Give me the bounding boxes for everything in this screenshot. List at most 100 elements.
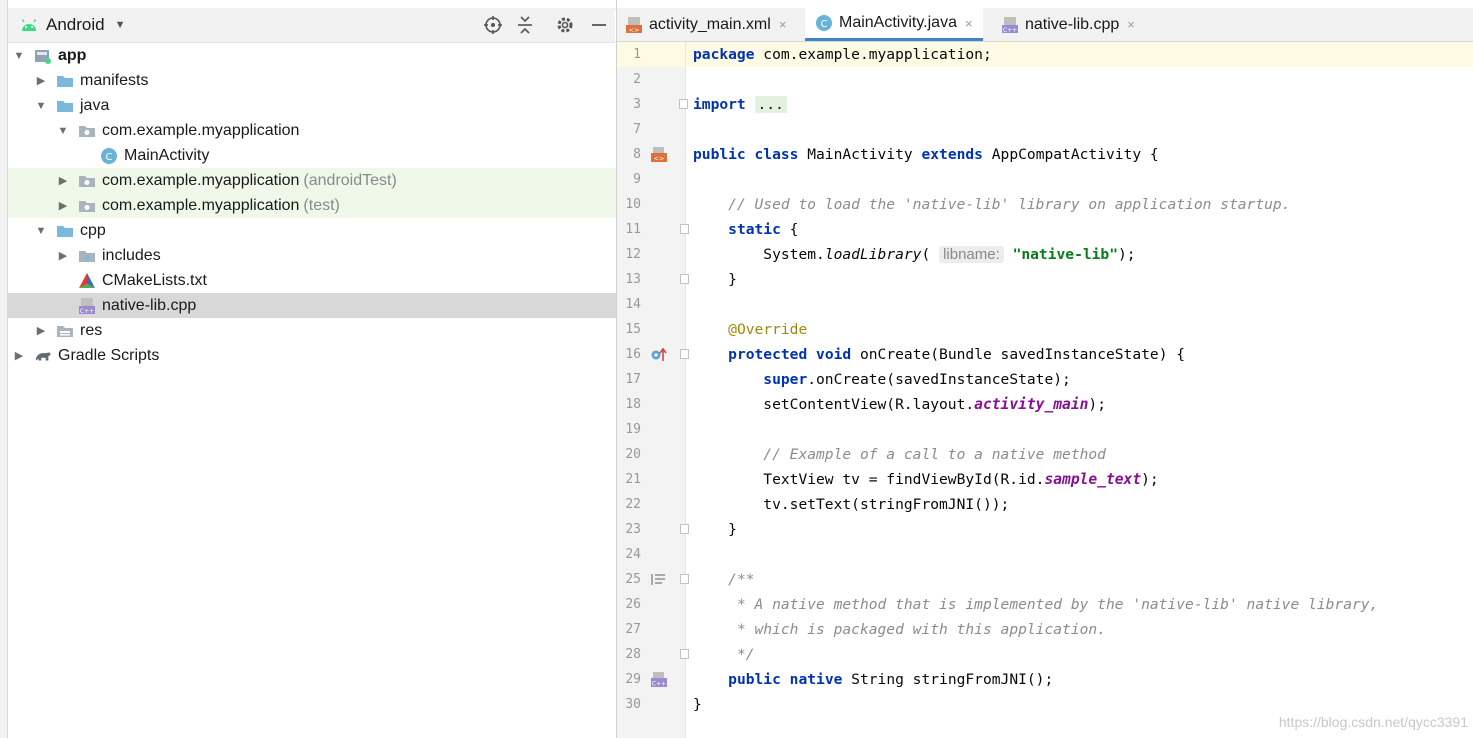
keyword: super: [763, 371, 808, 388]
tree-item-package[interactable]: ▼ com.example.myapplication: [8, 118, 663, 143]
gutter-line: 21: [617, 467, 685, 492]
collapse-all-icon[interactable]: [514, 14, 536, 36]
chevron-right-icon[interactable]: ▶: [34, 324, 48, 337]
tab-native-lib-cpp[interactable]: C++ native-lib.cpp ×: [1001, 8, 1145, 41]
line-number: 28: [625, 647, 641, 662]
tab-label: MainActivity.java: [839, 14, 957, 31]
tree-item-includes[interactable]: ▶ includes: [8, 243, 663, 268]
render-doc-icon[interactable]: [650, 572, 668, 587]
tree-item-label: com.example.myapplication: [102, 121, 300, 139]
string-literal: "native-lib": [1012, 246, 1118, 263]
project-view-selector[interactable]: Android ▼: [20, 8, 126, 42]
tree-item-label: native-lib.cpp: [102, 296, 197, 314]
code-text: }: [728, 271, 737, 288]
tree-item-native-lib[interactable]: C++ native-lib.cpp: [8, 293, 685, 318]
close-icon[interactable]: ×: [779, 17, 787, 32]
fold-icon[interactable]: [680, 574, 689, 584]
tree-item-package-test[interactable]: ▶ com.example.myapplication (test): [8, 193, 663, 218]
class-icon: C: [100, 147, 118, 164]
keyword: package: [693, 46, 755, 63]
line-number: 11: [625, 222, 641, 237]
line-number: 13: [625, 272, 641, 287]
code-text: onCreate(Bundle savedInstanceState) {: [851, 346, 1186, 363]
keyword: native: [789, 671, 843, 688]
gutter-line: 1: [617, 42, 685, 67]
fold-expand-icon[interactable]: [679, 99, 688, 109]
code-text: setContentView(R.layout.: [763, 396, 975, 413]
code-line: */: [693, 642, 1473, 667]
gutter-line: 26: [617, 592, 685, 617]
gear-icon[interactable]: [554, 14, 576, 36]
doc-comment: * which is packaged with this applicatio…: [728, 621, 1106, 638]
tree-item-java[interactable]: ▼ java: [8, 93, 641, 118]
line-number: 26: [625, 597, 641, 612]
gutter-line: 9: [617, 167, 685, 192]
tree-item-label: CMakeLists.txt: [102, 271, 207, 289]
close-icon[interactable]: ×: [1127, 17, 1135, 32]
gutter-line: 30: [617, 692, 685, 717]
line-number: 10: [625, 197, 641, 212]
code-line: TextView tv = findViewById(R.id.sample_t…: [693, 467, 1473, 492]
code-line: package com.example.myapplication;: [693, 42, 1473, 67]
tree-item-package-androidtest[interactable]: ▶ com.example.myapplication (androidTest…: [8, 168, 663, 193]
line-number: 1: [633, 47, 641, 62]
line-number: 27: [625, 622, 641, 637]
tree-item-mainactivity[interactable]: C MainActivity: [8, 143, 707, 168]
tree-item-cpp[interactable]: ▼ cpp: [8, 218, 641, 243]
svg-text:<>: <>: [629, 26, 640, 34]
chevron-right-icon[interactable]: ▶: [56, 199, 70, 212]
xml-file-icon: <>: [625, 16, 643, 34]
fold-icon[interactable]: [680, 274, 689, 284]
tree-item-label: res: [80, 321, 103, 339]
tree-item-cmakelists[interactable]: CMakeLists.txt: [8, 268, 685, 293]
line-number: 24: [625, 547, 641, 562]
tree-item-manifests[interactable]: ▶ manifests: [8, 68, 641, 93]
gutter-line: 16: [617, 342, 689, 367]
override-marker-icon[interactable]: [650, 347, 668, 362]
code-text: }: [693, 696, 702, 713]
tab-activity-main-xml[interactable]: <> activity_main.xml ×: [625, 8, 796, 41]
line-number: 17: [625, 372, 641, 387]
doc-comment: /**: [728, 571, 755, 588]
line-number: 3: [633, 97, 641, 112]
cmake-icon: [78, 273, 96, 289]
chevron-down-icon[interactable]: ▼: [34, 100, 48, 112]
code-text: );: [1088, 396, 1106, 413]
chevron-down-icon[interactable]: ▼: [34, 225, 48, 237]
tab-mainactivity-java[interactable]: C MainActivity.java ×: [805, 8, 983, 41]
res-folder-icon: [56, 323, 74, 339]
locate-icon[interactable]: [482, 14, 504, 36]
tree-item-gradle-scripts[interactable]: ▶ Gradle Scripts: [8, 343, 619, 368]
chevron-down-icon[interactable]: ▼: [12, 50, 26, 62]
code-text: TextView tv = findViewById(R.id.: [763, 471, 1045, 488]
chevron-right-icon[interactable]: ▶: [34, 74, 48, 87]
code-line: // Used to load the 'native-lib' library…: [693, 192, 1473, 217]
gutter-line: 15: [617, 317, 685, 342]
tree-item-res[interactable]: ▶ res: [8, 318, 641, 343]
fold-icon[interactable]: [680, 524, 689, 534]
gutter-line: 10: [617, 192, 685, 217]
android-icon: [21, 19, 37, 31]
native-method-icon[interactable]: C++: [650, 672, 668, 687]
fold-icon[interactable]: [680, 224, 689, 234]
fold-icon[interactable]: [680, 349, 689, 359]
field-reference: sample_text: [1044, 471, 1142, 488]
chevron-right-icon[interactable]: ▶: [12, 349, 26, 362]
minimize-icon[interactable]: [588, 14, 610, 36]
doc-comment: * A native method that is implemented by…: [728, 596, 1379, 613]
tree-item-app[interactable]: ▼ app: [8, 43, 619, 68]
chevron-down-icon: ▼: [114, 19, 126, 31]
folded-imports[interactable]: ...: [754, 96, 787, 113]
code-line: tv.setText(stringFromJNI());: [693, 492, 1473, 517]
gutter-line: 25: [617, 567, 689, 592]
chevron-down-icon[interactable]: ▼: [56, 125, 70, 137]
watermark: https://blog.csdn.net/qycc3391: [1278, 714, 1468, 730]
cpp-file-icon: C++: [1001, 16, 1019, 34]
close-icon[interactable]: ×: [965, 16, 973, 31]
related-xml-icon[interactable]: <>: [650, 147, 668, 162]
fold-icon[interactable]: [680, 649, 689, 659]
chevron-right-icon[interactable]: ▶: [56, 174, 70, 187]
chevron-right-icon[interactable]: ▶: [56, 249, 70, 262]
tree-item-label: Gradle Scripts: [58, 346, 160, 364]
line-number: 30: [625, 697, 641, 712]
